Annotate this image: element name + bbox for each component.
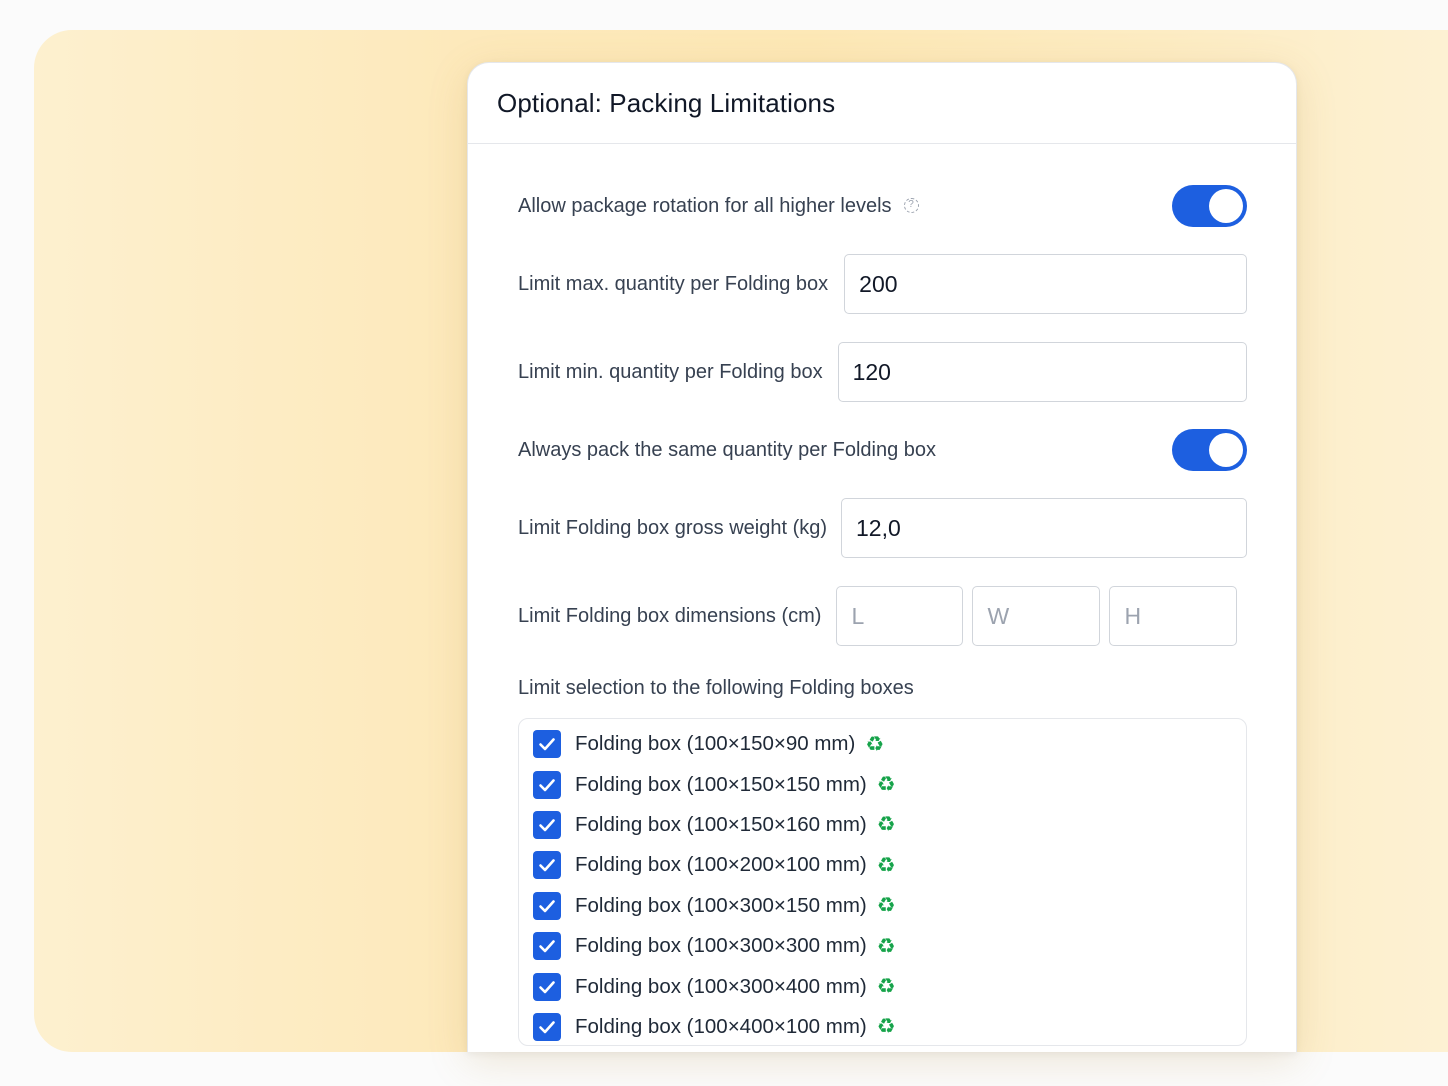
list-item[interactable]: Folding box (100×300×150 mm) ♻ [519, 886, 1246, 926]
rotation-label-text: Allow package rotation for all higher le… [518, 194, 892, 217]
checkbox-checked[interactable] [533, 851, 561, 880]
min-qty-input[interactable]: 120 [837, 342, 1247, 402]
recycle-icon: ♻ [876, 812, 896, 837]
checkbox-checked[interactable] [533, 932, 561, 961]
check-icon [539, 940, 555, 953]
item-label: Folding box (100×200×100 mm) [575, 853, 867, 877]
list-item[interactable]: Folding box (100×150×90 mm) ♻ [519, 724, 1246, 764]
recycle-icon: ♻ [876, 974, 896, 999]
checkbox-checked[interactable] [533, 891, 561, 920]
toggle-knob [1209, 189, 1243, 223]
max-qty-label: Limit max. quantity per Folding box [518, 272, 829, 295]
item-label: Folding box (100×300×400 mm) [575, 974, 867, 998]
max-qty-input[interactable]: 200 [844, 254, 1247, 314]
gross-weight-label: Limit Folding box gross weight (kg) [518, 516, 828, 539]
checkbox-checked[interactable] [533, 810, 561, 839]
list-item[interactable]: Folding box (100×150×150 mm) ♻ [519, 764, 1246, 804]
selection-label: Limit selection to the following Folding… [518, 676, 914, 699]
rotation-label: Allow package rotation for all higher le… [518, 195, 919, 218]
toggle-knob [1209, 433, 1243, 467]
rotation-toggle[interactable] [1172, 185, 1247, 227]
check-icon [539, 738, 555, 751]
packing-limitations-card: Optional: Packing Limitations Allow pack… [467, 62, 1297, 1052]
question-circle-icon[interactable]: ? [903, 197, 919, 213]
same-qty-label: Always pack the same quantity per Foldin… [518, 438, 936, 461]
rotation-row: Allow package rotation for all higher le… [518, 185, 1247, 227]
item-label: Folding box (100×400×100 mm) [575, 1014, 867, 1038]
item-label: Folding box (100×300×300 mm) [575, 934, 867, 958]
width-input[interactable]: W [972, 586, 1101, 646]
check-icon [539, 859, 555, 872]
item-label: Folding box (100×300×150 mm) [575, 893, 867, 917]
min-qty-row: Limit min. quantity per Folding box 120 [518, 342, 1247, 402]
length-input[interactable]: L [836, 586, 964, 646]
checkbox-checked[interactable] [533, 972, 561, 1001]
dimensions-row: Limit Folding box dimensions (cm) L W H [518, 586, 1247, 646]
list-item[interactable]: Folding box (100×150×160 mm) ♻ [519, 805, 1246, 845]
card-title: Optional: Packing Limitations [497, 87, 836, 118]
recycle-icon: ♻ [876, 772, 896, 797]
same-qty-row: Always pack the same quantity per Foldin… [518, 429, 1247, 471]
checkbox-checked[interactable] [533, 1012, 561, 1041]
list-item[interactable]: Folding box (100×200×100 mm) ♻ [519, 845, 1246, 885]
gross-weight-row: Limit Folding box gross weight (kg) 12,0 [518, 498, 1247, 558]
list-item[interactable]: Folding box (100×300×400 mm) ♻ [519, 966, 1246, 1006]
checkbox-checked[interactable] [533, 730, 561, 759]
gross-weight-input[interactable]: 12,0 [841, 498, 1247, 558]
check-icon [539, 980, 555, 993]
list-item[interactable]: Folding box (100×300×300 mm) ♻ [519, 926, 1246, 966]
list-item[interactable]: Folding box (100×400×100 mm) ♻ [519, 1007, 1246, 1047]
item-label: Folding box (100×150×90 mm) [575, 732, 856, 756]
recycle-icon: ♻ [876, 893, 896, 918]
recycle-icon: ♻ [876, 852, 896, 877]
recycle-icon: ♻ [865, 731, 885, 756]
check-icon [539, 819, 555, 832]
check-icon [539, 899, 555, 913]
height-input[interactable]: H [1109, 586, 1238, 646]
item-label: Folding box (100×150×150 mm) [575, 772, 867, 796]
item-label: Folding box (100×150×160 mm) [575, 812, 867, 836]
check-icon [539, 1021, 555, 1034]
min-qty-label: Limit min. quantity per Folding box [518, 360, 823, 383]
recycle-icon: ♻ [876, 933, 896, 958]
folding-box-list[interactable]: Folding box (100×150×90 mm) ♻ Folding bo… [518, 718, 1247, 1046]
recycle-icon: ♻ [876, 1014, 896, 1039]
check-icon [539, 778, 555, 791]
same-qty-toggle[interactable] [1172, 429, 1247, 471]
max-qty-row: Limit max. quantity per Folding box 200 [518, 254, 1247, 314]
selection-label-row: Limit selection to the following Folding… [518, 673, 1247, 703]
dimensions-label: Limit Folding box dimensions (cm) [518, 604, 822, 627]
checkbox-checked[interactable] [533, 770, 561, 799]
card-header: Optional: Packing Limitations [468, 63, 1296, 144]
